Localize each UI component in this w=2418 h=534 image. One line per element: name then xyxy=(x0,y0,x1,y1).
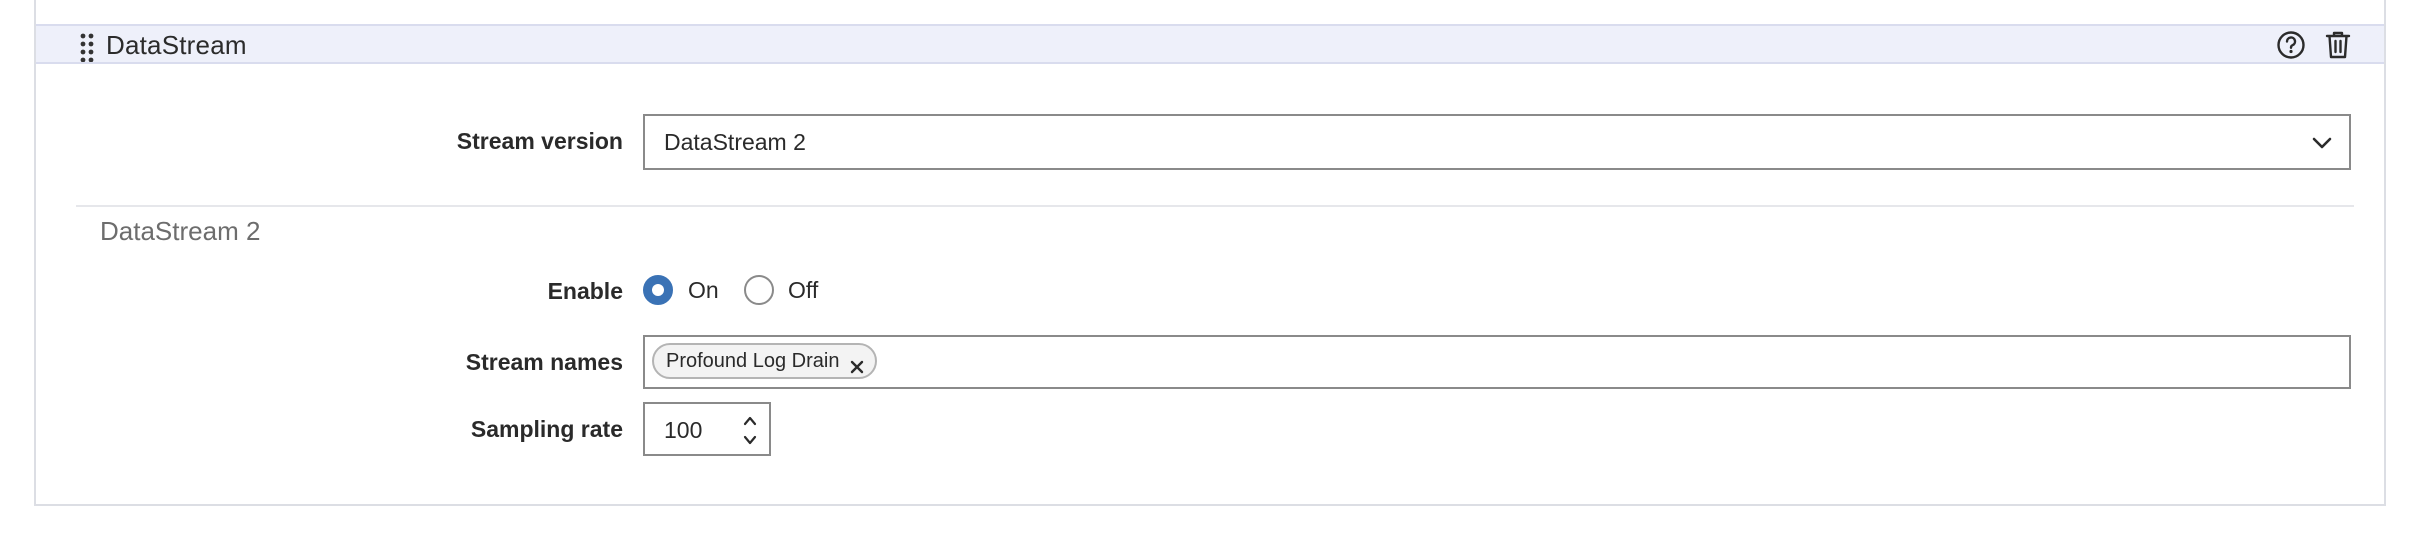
close-icon[interactable] xyxy=(849,353,865,385)
sampling-rate-input[interactable]: 100 xyxy=(643,402,771,456)
datastream-panel: DataStream Stream version DataStream 2 D… xyxy=(34,0,2386,506)
enable-label: Enable xyxy=(547,278,623,304)
spinner-arrows-icon[interactable] xyxy=(741,412,759,453)
chevron-down-icon xyxy=(2311,132,2333,159)
section-divider xyxy=(76,205,2354,207)
drag-handle-icon[interactable] xyxy=(80,32,94,67)
section-header: DataStream xyxy=(36,24,2384,64)
stream-name-tag-label: Profound Log Drain xyxy=(666,350,840,372)
help-circle-icon[interactable] xyxy=(2276,30,2306,65)
enable-off-radio[interactable] xyxy=(744,275,774,305)
trash-icon[interactable] xyxy=(2324,30,2352,65)
subsection-title: DataStream 2 xyxy=(100,216,261,246)
stream-names-label: Stream names xyxy=(465,349,623,375)
enable-on-label[interactable]: On xyxy=(688,277,719,304)
stream-version-select[interactable]: DataStream 2 xyxy=(643,114,2351,170)
sampling-rate-value: 100 xyxy=(664,417,703,443)
stream-version-value: DataStream 2 xyxy=(664,129,806,155)
sampling-rate-label: Sampling rate xyxy=(470,416,623,442)
enable-on-radio[interactable] xyxy=(643,275,673,305)
enable-off-label[interactable]: Off xyxy=(788,277,818,304)
stream-name-tag: Profound Log Drain xyxy=(652,343,878,379)
stream-names-input[interactable]: Profound Log Drain xyxy=(643,335,2351,389)
stream-version-label: Stream version xyxy=(456,128,623,154)
section-title: DataStream xyxy=(106,30,247,60)
